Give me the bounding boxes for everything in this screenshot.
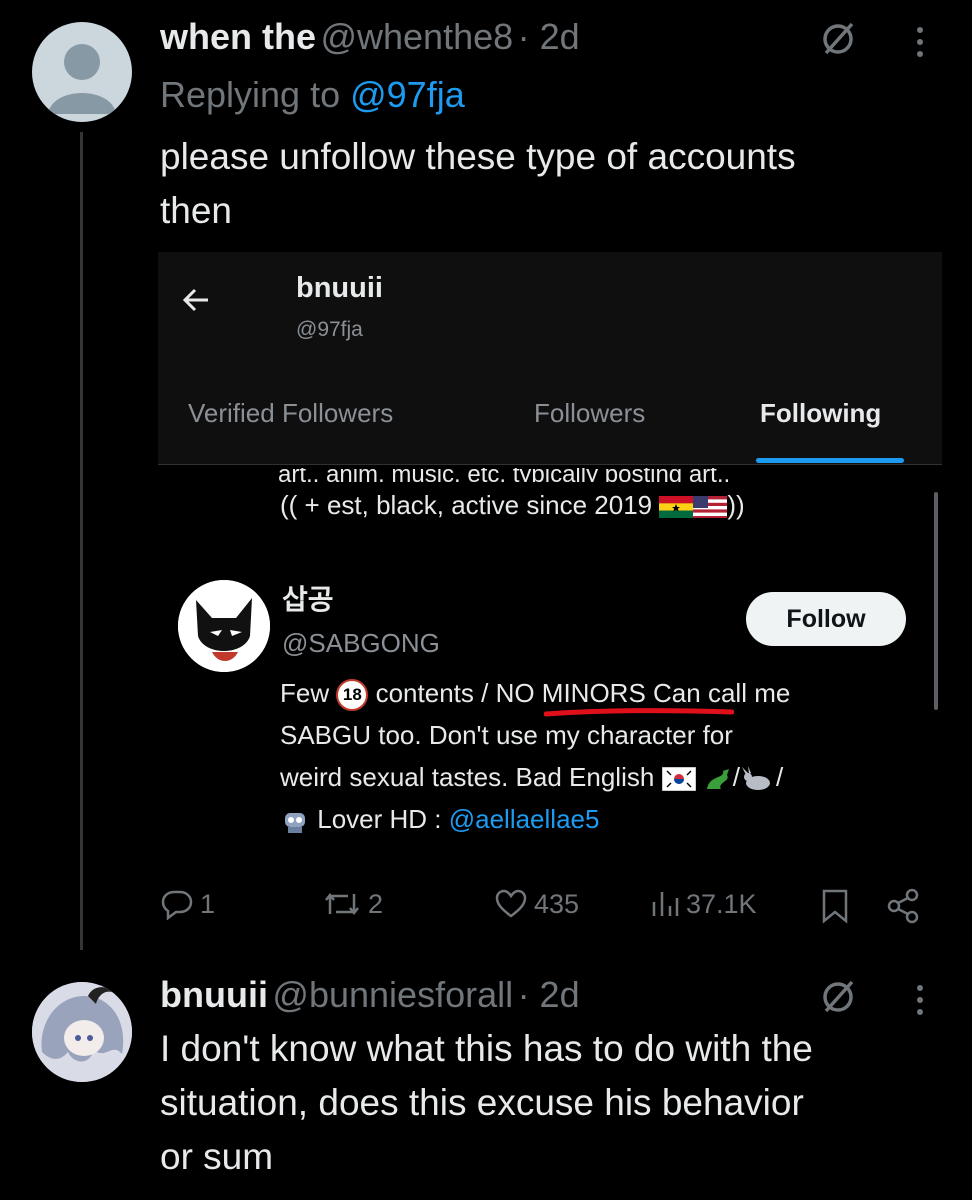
bio-line-4: Lover HD : @aellaellae5 [280, 798, 790, 840]
more-icon[interactable] [912, 980, 928, 1025]
tweet2-line2: situation, does this excuse his behavior [160, 1082, 804, 1123]
like-icon [495, 889, 527, 918]
reply-action[interactable]: 1 [160, 888, 215, 920]
tab-following[interactable]: Following [760, 398, 881, 429]
author-handle[interactable]: @whenthe8 [320, 16, 513, 57]
tab-verified-followers[interactable]: Verified Followers [188, 398, 393, 429]
previous-bio-line: (( + est, black, active since 2019 )) [280, 484, 745, 526]
replying-to: Replying to @97fja [160, 74, 465, 116]
previous-bio-text: (( + est, black, active since 2019 [280, 490, 653, 520]
user-bio: Few 18 contents / NO MINORS Can call me … [280, 672, 790, 840]
tweet1-line1: please unfollow these type of accounts [160, 136, 796, 177]
previous-bio-end: )) [727, 490, 745, 520]
views-action[interactable]: 37.1K [650, 888, 757, 920]
header-divider [158, 464, 942, 465]
grok-icon[interactable] [818, 976, 858, 1021]
timestamp[interactable]: · 2d [518, 974, 580, 1015]
like-count: 435 [534, 888, 580, 919]
cut-off-bio-line: art,, anim, music, etc. typically postin… [278, 468, 731, 482]
profile-header [158, 252, 942, 464]
repost-count: 2 [368, 888, 384, 919]
grok-icon[interactable] [818, 18, 858, 63]
scrollbar[interactable] [934, 492, 938, 710]
robot-icon [285, 813, 305, 834]
anime-character-avatar-icon [32, 982, 132, 1082]
profile-handle: @97fja [296, 318, 363, 341]
back-arrow-icon[interactable] [178, 282, 214, 326]
tweet1-line2: then [160, 190, 233, 231]
share-icon[interactable] [886, 888, 920, 929]
bio-few: Few [280, 678, 330, 708]
avatar-bunniesforall[interactable] [32, 982, 132, 1082]
tweet2-line3: or sum [160, 1136, 274, 1177]
bio-contents: contents / [375, 678, 489, 708]
avatar-whenthe[interactable] [32, 22, 132, 122]
replying-label: Replying to [160, 74, 351, 115]
red-underline-annotation [544, 708, 734, 717]
author-name[interactable]: when the [160, 16, 316, 57]
us-flag-icon [693, 496, 728, 519]
like-action[interactable]: 435 [494, 888, 579, 920]
no-under-18-icon: 18 [336, 679, 369, 712]
author-handle[interactable]: @bunniesforall [272, 974, 513, 1015]
bio-call-me: Can call me [653, 678, 791, 708]
bio-slash-end: / [776, 762, 784, 792]
follow-button[interactable]: Follow [746, 592, 906, 646]
profile-name: bnuuii [296, 272, 383, 304]
tweet2-header: bnuuii @bunniesforall · 2d [160, 974, 580, 1016]
tweet1-text: please unfollow these type of accounts t… [160, 130, 796, 238]
repost-action[interactable]: 2 [322, 888, 383, 920]
repost-icon [325, 892, 359, 916]
bio-line-3: weird sexual tastes. Bad English / / [280, 756, 790, 798]
tab-indicator [756, 458, 904, 463]
bio-mention-link[interactable]: @aellaellae5 [449, 804, 600, 834]
tweet2-line1: I don't know what this has to do with th… [160, 1028, 813, 1069]
replying-handle-link[interactable]: @97fja [350, 74, 465, 115]
views-icon [652, 892, 679, 916]
views-count: 37.1K [686, 888, 757, 919]
black-cat-avatar-icon [178, 580, 270, 672]
dragon-icon [706, 769, 729, 790]
default-avatar-icon [48, 44, 116, 114]
more-icon[interactable] [912, 22, 928, 67]
bio-no-minors: NO MINORS [495, 678, 646, 708]
author-name[interactable]: bnuuii [160, 974, 268, 1015]
reply-count: 1 [200, 888, 216, 919]
avatar-sabgong[interactable] [178, 580, 270, 672]
bio-lover-hd: Lover HD : [317, 804, 442, 834]
timestamp[interactable]: · 2d [518, 16, 580, 57]
bio-slash: / [732, 762, 741, 792]
thread-line [80, 132, 83, 950]
tab-followers[interactable]: Followers [534, 398, 645, 429]
bio-line-2: SABGU too. Don't use my character for [280, 720, 733, 750]
bio-bad-english: weird sexual tastes. Bad English [280, 762, 655, 792]
reply-icon [161, 890, 193, 920]
user-name[interactable]: 삽공 [282, 578, 334, 618]
embedded-screenshot[interactable]: bnuuii @97fja Verified Followers Followe… [158, 252, 942, 864]
korea-flag-icon [661, 767, 696, 792]
rabbit-icon [742, 766, 771, 791]
ghana-flag-icon [659, 496, 694, 519]
tweet2-text: I don't know what this has to do with th… [160, 1022, 813, 1184]
bookmark-icon[interactable] [820, 888, 850, 929]
tweet1-header: when the @whenthe8 · 2d [160, 16, 580, 58]
user-handle[interactable]: @SABGONG [282, 628, 440, 659]
